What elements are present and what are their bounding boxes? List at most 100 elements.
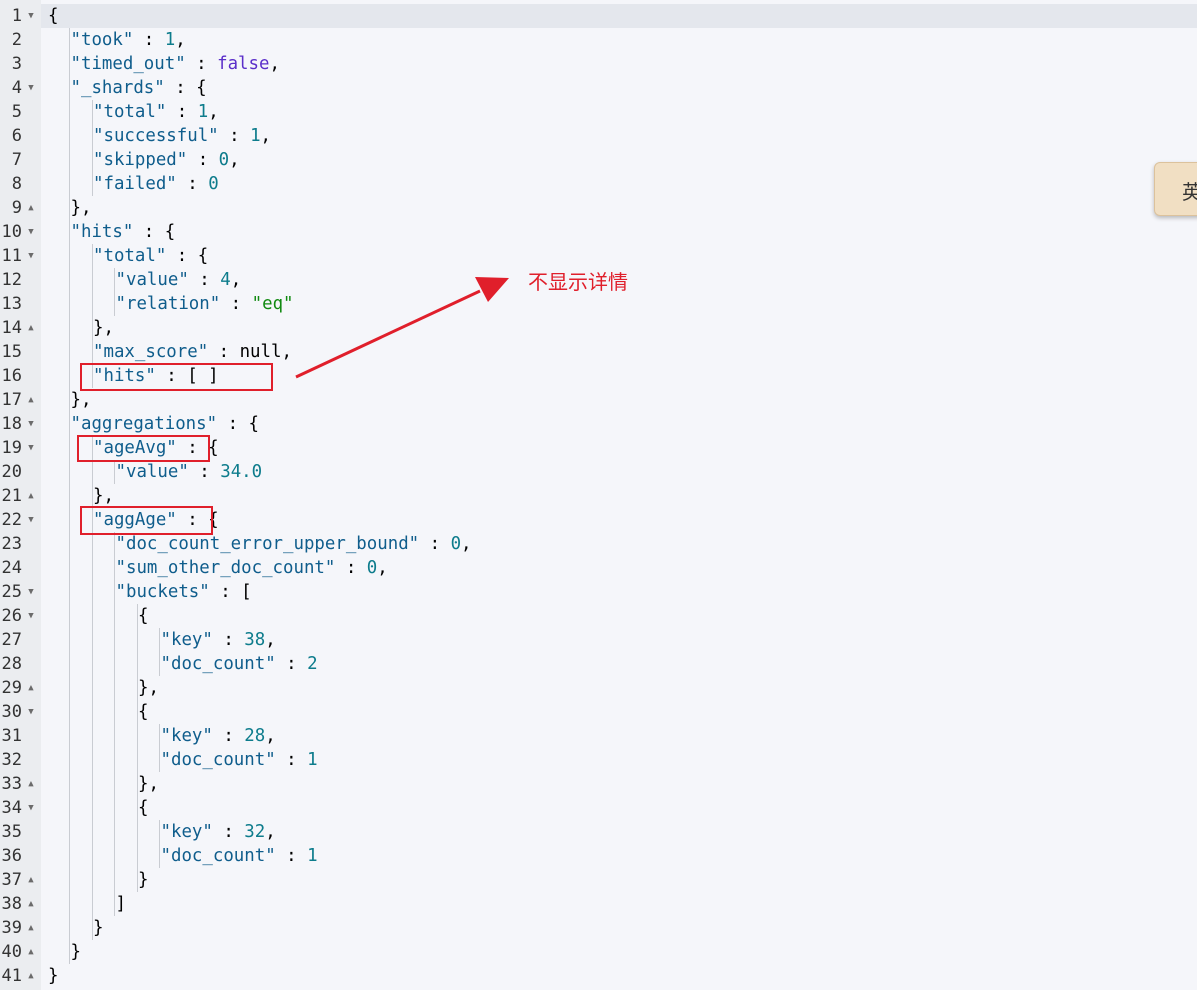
code-text: "total" : 1, [93,100,219,124]
code-line: 32 "doc_count" : 1 [0,748,1197,772]
fold-open-icon[interactable]: ▼ [26,604,36,628]
code-line: 39 ▲} [0,916,1197,940]
json-key: "value" [115,462,189,482]
code-text: "hits" : { [71,220,176,244]
code-line: 26 ▼ { [0,604,1197,628]
fold-close-icon[interactable]: ▲ [26,916,36,940]
json-punctuation: }, [138,774,159,794]
json-key: "sum_other_doc_count" [115,558,336,578]
fold-open-icon[interactable]: ▼ [26,508,36,532]
code-text: "sum_other_doc_count" : 0, [116,556,388,580]
json-punctuation: : [185,54,218,74]
fold-open-icon[interactable]: ▼ [26,796,36,820]
json-punctuation: : [275,654,308,674]
json-key: "key" [160,822,213,842]
fold-open-icon[interactable]: ▼ [26,436,36,460]
json-punctuation: : [188,270,221,290]
fold-close-icon[interactable]: ▲ [26,316,36,340]
code-text: "doc_count" : 2 [161,652,318,676]
json-punctuation: : { [133,222,176,242]
highlight-box-ageavg [77,435,210,462]
fold-close-icon[interactable]: ▲ [26,868,36,892]
highlight-box-hits [80,363,273,391]
line-number: 21 [1,486,22,506]
line-number: 18 [1,414,22,434]
json-punctuation: : [188,462,221,482]
line-number: 5 [11,102,22,122]
line-number: 17 [1,390,22,410]
code-line: 9 ▲}, [0,196,1197,220]
code-text: "key" : 38, [161,628,276,652]
json-key: "doc_count_error_upper_bound" [115,534,420,554]
json-punctuation: , [269,54,280,74]
line-number: 4 [11,78,22,98]
json-punctuation: : [212,726,245,746]
fold-close-icon[interactable]: ▲ [26,964,36,988]
fold-open-icon[interactable]: ▼ [26,76,36,100]
line-number: 34 [1,798,22,818]
fold-close-icon[interactable]: ▲ [26,388,36,412]
fold-open-icon[interactable]: ▼ [26,412,36,436]
json-punctuation: } [138,870,149,890]
line-number: 25 [1,582,22,602]
line-number: 7 [11,150,22,170]
json-key: "successful" [93,126,219,146]
fold-close-icon[interactable]: ▲ [26,772,36,796]
fold-open-icon[interactable]: ▼ [26,220,36,244]
json-editor[interactable]: 1 ▼{2 "took" : 1, 3 "timed_out" : false, 4 ▼ "_… [0,0,1197,990]
json-punctuation: }, [93,486,114,506]
code-line: 28 "doc_count" : 2 [0,652,1197,676]
ime-language-indicator[interactable]: 英 [1154,162,1197,216]
line-number: 2 [11,30,22,50]
fold-close-icon[interactable]: ▲ [26,676,36,700]
code-line: 1 ▼ { [0,4,1197,28]
code-line: 2 "took" : 1, [0,28,1197,52]
line-number: 3 [11,54,22,74]
code-text: ] [116,892,126,916]
code-text: { [138,796,148,820]
json-punctuation: , [461,534,472,554]
fold-open-icon[interactable]: ▼ [26,580,36,604]
line-number: 1 [11,6,22,26]
code-line: 41 ▲} [0,964,1197,988]
code-line: 35 "key" : 32, [0,820,1197,844]
code-text: "max_score" : null, [93,340,292,364]
fold-close-icon[interactable]: ▲ [26,940,36,964]
code-text: } [138,868,148,892]
json-number: 1 [164,30,176,50]
json-number: 0 [218,150,230,170]
json-key: "value" [115,270,189,290]
json-key: "failed" [93,174,177,194]
code-text: }, [138,676,159,700]
json-key: "relation" [115,294,221,314]
fold-open-icon[interactable]: ▼ [26,700,36,724]
fold-close-icon[interactable]: ▲ [26,196,36,220]
code-text: } [93,916,103,940]
fold-open-icon[interactable]: ▼ [26,4,36,28]
fold-close-icon[interactable]: ▲ [26,484,36,508]
line-number: 15 [1,342,22,362]
code-line: 40 ▲} [0,940,1197,964]
annotation-text: 不显示详情 [528,270,628,294]
code-line: 17 ▲}, [0,388,1197,412]
line-number: 41 [1,966,22,986]
json-punctuation: : [335,558,367,578]
json-punctuation: : { [166,246,209,266]
code-line: 18 ▼ "aggregations" : { [0,412,1197,436]
code-text: "total" : { [93,244,208,268]
json-punctuation: }, [138,678,159,698]
code-text: "skipped" : 0, [93,148,240,172]
json-punctuation: , [260,126,272,146]
json-punctuation: , [265,822,276,842]
json-punctuation: : { [217,414,259,434]
json-punctuation: { [48,6,59,26]
code-text: "buckets" : [ [116,580,252,604]
fold-open-icon[interactable]: ▼ [26,244,36,268]
fold-close-icon[interactable]: ▲ [26,892,36,916]
code-text: }, [71,388,92,412]
json-punctuation: , [229,150,240,170]
code-text: "_shards" : { [71,76,207,100]
line-number: 19 [1,438,22,458]
json-number: 28 [244,726,266,746]
highlight-box-aggage [80,506,213,535]
